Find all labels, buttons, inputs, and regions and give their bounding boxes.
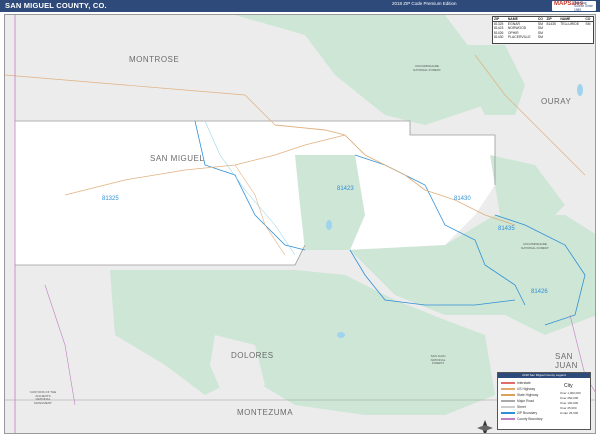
zip-cell: 81430 — [494, 34, 504, 39]
legend-label: Street — [517, 405, 526, 409]
forest-label-east: UNCOMPAHGRE NATIONAL FOREST — [521, 242, 549, 250]
legend-city-size: Over 100,000 — [560, 401, 579, 405]
county-label-san-juan: SAN JUAN — [555, 352, 578, 370]
legend-city-size: Over 25,000 — [560, 406, 577, 410]
lake-3 — [577, 84, 583, 96]
forest-label-san-juan: SAN JUAN NATIONAL FOREST — [430, 354, 446, 366]
zip-cell — [584, 35, 593, 39]
county-label-montezuma: MONTEZUMA — [237, 408, 294, 417]
legend-swatch — [501, 400, 515, 402]
legend-label: Interstate — [517, 381, 531, 385]
legend-swatch — [501, 394, 515, 396]
legend-item: State Highway — [501, 393, 538, 397]
zip-label-81435: 81435 — [498, 226, 515, 232]
legend-label: Major Road — [517, 399, 535, 403]
edition-label: 2018 ZIP Code Premium Edition — [392, 1, 457, 6]
zip-label-81423: 81423 — [337, 186, 354, 192]
zip-label-81430: 81430 — [454, 196, 471, 202]
zip-cell — [559, 35, 584, 39]
legend-city-heading: City — [564, 383, 573, 389]
title-bar: SAN MIGUEL COUNTY, CO. 2018 ZIP Code Pre… — [0, 0, 600, 12]
legend-item: Street — [501, 405, 526, 409]
legend-title: 2018 San Miguel County Legend — [498, 373, 590, 378]
forest-norwood — [295, 155, 365, 250]
legend-city-size: Under 25,000 — [560, 411, 579, 415]
map-legend: 2018 San Miguel County Legend Interstate… — [497, 372, 591, 430]
legend-city-size: Over 250,000 — [560, 396, 579, 400]
map-page: { "header": { "title": "SAN MIGUEL COUNT… — [0, 0, 600, 436]
lake-2 — [337, 332, 345, 338]
county-label-dolores: DOLORES — [231, 351, 274, 360]
legend-swatch — [501, 418, 515, 420]
san-miguel-county — [15, 121, 495, 265]
legend-city-size: Over 1,000,000 — [560, 391, 581, 395]
zip-cell — [545, 35, 559, 39]
zip-label-81325: 81325 — [102, 196, 119, 202]
legend-swatch — [501, 412, 515, 414]
legend-swatch — [501, 388, 515, 390]
legend-item: County Boundary — [501, 417, 542, 421]
map-title: SAN MIGUEL COUNTY, CO. — [5, 1, 107, 10]
legend-item: Interstate — [501, 381, 531, 385]
brand-logo: MAPSales The Map Source Since 1989 — [552, 1, 596, 12]
county-label-san-miguel: SAN MIGUEL — [150, 154, 205, 163]
legend-label: State Highway — [517, 393, 539, 397]
county-label-ouray: OURAY — [541, 97, 572, 106]
zip-label-81426: 81426 — [531, 289, 548, 295]
lake-1 — [326, 220, 332, 230]
zip-code-table: ZIP NAME CO ZIP NAME CO 81325 EGNAR SM 8… — [492, 16, 594, 44]
legend-item: Major Road — [501, 399, 534, 403]
legend-swatch — [501, 382, 515, 384]
legend-label: County Boundary — [517, 417, 543, 421]
forest-label-canyons: CANYONS OF THE ANCIENTS NATIONAL MONUMEN… — [29, 390, 57, 405]
legend-item: ZIP Boundary — [501, 411, 537, 415]
legend-label: US Highway — [517, 387, 536, 391]
legend-item: US Highway — [501, 387, 535, 391]
county-label-montrose: MONTROSE — [129, 55, 180, 64]
brand-tagline: The Map Source Since 1989 — [574, 1, 593, 12]
map-frame: MONTROSE SAN MIGUEL OURAY DOLORES MONTEZ… — [4, 14, 596, 434]
forest-label-north: UNCOMPAHGRE NATIONAL FOREST — [413, 64, 441, 72]
zip-cell: SM — [537, 34, 543, 39]
legend-label: ZIP Boundary — [517, 411, 538, 415]
zip-cell: PLACERVILLE — [507, 34, 531, 39]
legend-swatch — [501, 406, 515, 408]
